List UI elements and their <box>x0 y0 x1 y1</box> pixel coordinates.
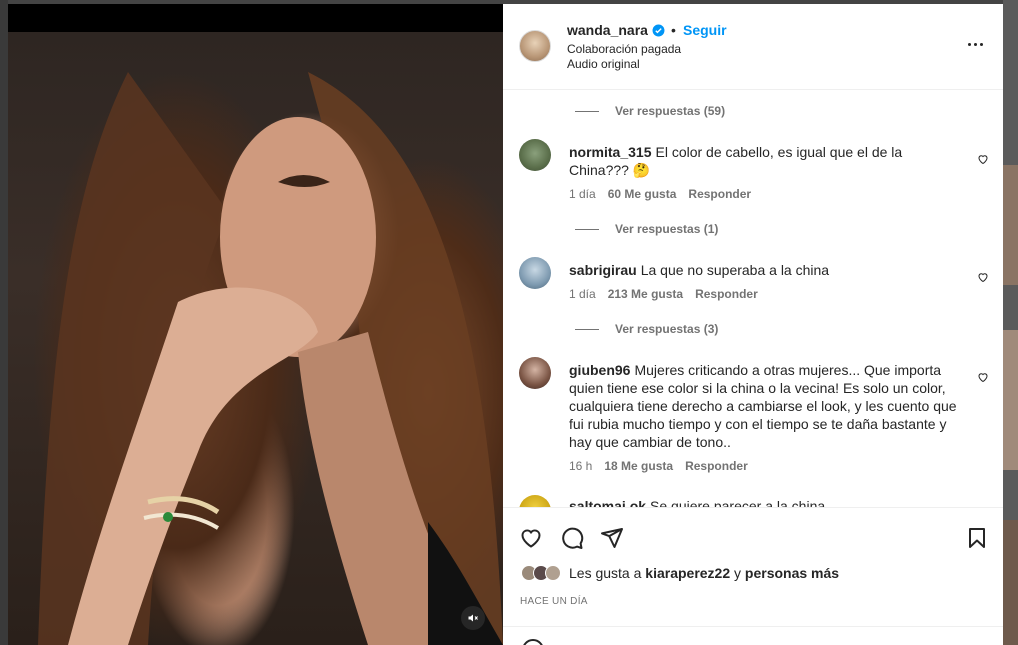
media-letterbox <box>8 4 503 32</box>
commenter-avatar[interactable] <box>519 139 551 171</box>
view-replies-button[interactable]: Ver respuestas (3) <box>575 322 718 336</box>
comment-likes[interactable]: 60 Me gusta <box>608 187 677 201</box>
follow-button[interactable]: Seguir <box>683 22 727 38</box>
comment-body: giuben96 Mujeres criticando a otras mujer… <box>569 361 959 451</box>
comment-like-heart-icon[interactable] <box>977 371 989 383</box>
comment-likes[interactable]: 213 Me gusta <box>608 287 683 301</box>
post-photo-illustration <box>38 72 503 645</box>
replies-line <box>575 228 599 230</box>
emoji-icon[interactable] <box>521 638 545 645</box>
backdrop <box>0 0 8 645</box>
comment-meta: 16 h 18 Me gusta Responder <box>569 459 748 473</box>
likes-connector: y <box>734 565 742 581</box>
comment-body: sabrigirau La que no superaba a la china <box>569 261 959 279</box>
author-username[interactable]: wanda_nara <box>567 22 648 38</box>
commenter-avatar[interactable] <box>519 357 551 389</box>
view-replies-button[interactable]: Ver respuestas (59) <box>575 104 725 118</box>
verified-badge-icon <box>652 24 665 37</box>
commenter-username[interactable]: giuben96 <box>569 362 630 378</box>
more-options-icon[interactable] <box>965 34 985 54</box>
comment-likes[interactable]: 18 Me gusta <box>604 459 673 473</box>
liker-username[interactable]: kiaraperez22 <box>645 565 730 581</box>
commenter-username[interactable]: saltomai.ok <box>569 498 646 507</box>
commenter-username[interactable]: sabrigirau <box>569 262 637 278</box>
likes-others-link[interactable]: personas más <box>745 565 839 581</box>
mute-button[interactable] <box>461 606 485 630</box>
likes-text: Les gusta a kiaraperez22 y personas más <box>569 565 839 581</box>
view-replies-button[interactable]: Ver respuestas (1) <box>575 222 718 236</box>
comment-body: saltomai.ok Se quiere parecer a la china <box>569 497 959 507</box>
view-replies-label: Ver respuestas (59) <box>615 104 726 118</box>
comment-meta: 1 día 213 Me gusta Responder <box>569 287 758 301</box>
comment-age[interactable]: 1 día <box>569 187 596 201</box>
author-avatar[interactable] <box>519 30 551 62</box>
replies-line <box>575 110 599 112</box>
commenter-username[interactable]: normita_315 <box>569 144 651 160</box>
audio-label[interactable]: Audio original <box>567 57 640 71</box>
comment-text: Se quiere parecer a la china <box>650 498 826 507</box>
separator-dot: • <box>671 22 676 38</box>
share-icon[interactable] <box>600 526 624 550</box>
comment-age[interactable]: 16 h <box>569 459 592 473</box>
divider <box>503 626 1003 627</box>
view-replies-label: Ver respuestas (1) <box>615 222 719 236</box>
likes-prefix: Les gusta a <box>569 565 642 581</box>
comment-body: normita_315 El color de cabello, es igual… <box>569 143 959 179</box>
post-header: wanda_nara • Seguir Colaboración pagada … <box>503 4 1003 90</box>
comment-age[interactable]: 1 día <box>569 287 596 301</box>
bookmark-icon[interactable] <box>965 526 989 550</box>
post-details-panel: wanda_nara • Seguir Colaboración pagada … <box>503 4 1003 645</box>
likes-summary[interactable]: Les gusta a kiaraperez22 y personas más <box>521 565 839 581</box>
comment-icon[interactable] <box>560 526 584 550</box>
reply-button[interactable]: Responder <box>685 459 748 473</box>
reply-button[interactable]: Responder <box>695 287 758 301</box>
comment-like-heart-icon[interactable] <box>977 271 989 283</box>
liker-avatar <box>545 565 561 581</box>
reply-button[interactable]: Responder <box>688 187 751 201</box>
replies-line <box>575 328 599 330</box>
post-media[interactable] <box>8 4 503 645</box>
post-timestamp[interactable]: HACE UN DÍA <box>520 596 588 607</box>
backdrop-feed <box>1003 0 1018 645</box>
view-replies-label: Ver respuestas (3) <box>615 322 719 336</box>
comments-list[interactable]: Ver respuestas (59) normita_315 El color … <box>503 91 1003 507</box>
muted-audio-icon <box>468 614 478 622</box>
comment-meta: 1 día 60 Me gusta Responder <box>569 187 751 201</box>
commenter-avatar[interactable] <box>519 495 551 507</box>
post-video[interactable] <box>8 32 503 645</box>
commenter-avatar[interactable] <box>519 257 551 289</box>
paid-partnership-label[interactable]: Colaboración pagada <box>567 42 681 56</box>
heart-icon[interactable] <box>519 526 543 550</box>
comment-like-heart-icon[interactable] <box>977 153 989 165</box>
comment-text: La que no superaba a la china <box>640 262 830 278</box>
